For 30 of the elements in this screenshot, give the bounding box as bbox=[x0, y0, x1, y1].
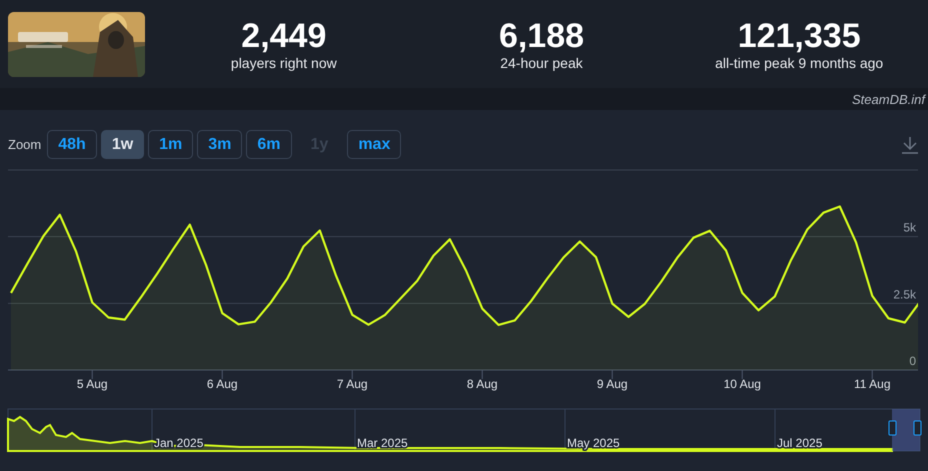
zoom-button[interactable]: 48h bbox=[47, 130, 97, 159]
stat-value: 2,449 bbox=[241, 17, 326, 55]
axis-tick-label: 10 Aug bbox=[724, 377, 761, 391]
zoom-button[interactable]: max bbox=[347, 130, 402, 159]
axis-tick-label: 6 Aug bbox=[206, 377, 238, 391]
axis-tick-label: 2.5k bbox=[893, 287, 916, 302]
download-icon[interactable] bbox=[900, 134, 920, 154]
zoom-button[interactable]: 1m bbox=[148, 130, 194, 159]
zoom-button[interactable]: 3m bbox=[197, 130, 242, 159]
axis-tick-label: 5 Aug bbox=[76, 377, 108, 391]
axis-tick-label: 5k bbox=[903, 220, 916, 235]
stat-label: 24-hour peak bbox=[500, 55, 583, 71]
navigator-label: May 2025 bbox=[567, 436, 620, 450]
stat-value: 6,188 bbox=[498, 17, 584, 55]
navigator-handle[interactable] bbox=[914, 420, 922, 436]
zoom-button[interactable]: 6m bbox=[246, 130, 292, 159]
watermark-credit: SteamDB.inf bbox=[852, 92, 927, 106]
stat-label: all-time peak 9 months ago bbox=[715, 55, 884, 71]
zoom-label: Zoom bbox=[8, 137, 42, 152]
axis-tick-label: 0 bbox=[909, 354, 916, 368]
stat-value: 121,335 bbox=[738, 17, 861, 55]
navigator-label: Mar 2025 bbox=[357, 436, 408, 450]
axis-tick-label: 11 Aug bbox=[854, 377, 890, 391]
stat-label: players right now bbox=[230, 55, 337, 71]
navigator-label: Jul 2025 bbox=[777, 436, 822, 450]
axis-tick-label: 8 Aug bbox=[466, 377, 498, 391]
zoom-button[interactable]: 1w bbox=[100, 130, 144, 159]
axis-tick-label: 9 Aug bbox=[596, 377, 628, 391]
navigator-handle[interactable] bbox=[888, 420, 896, 436]
axis-tick-label: 7 Aug bbox=[336, 377, 368, 391]
